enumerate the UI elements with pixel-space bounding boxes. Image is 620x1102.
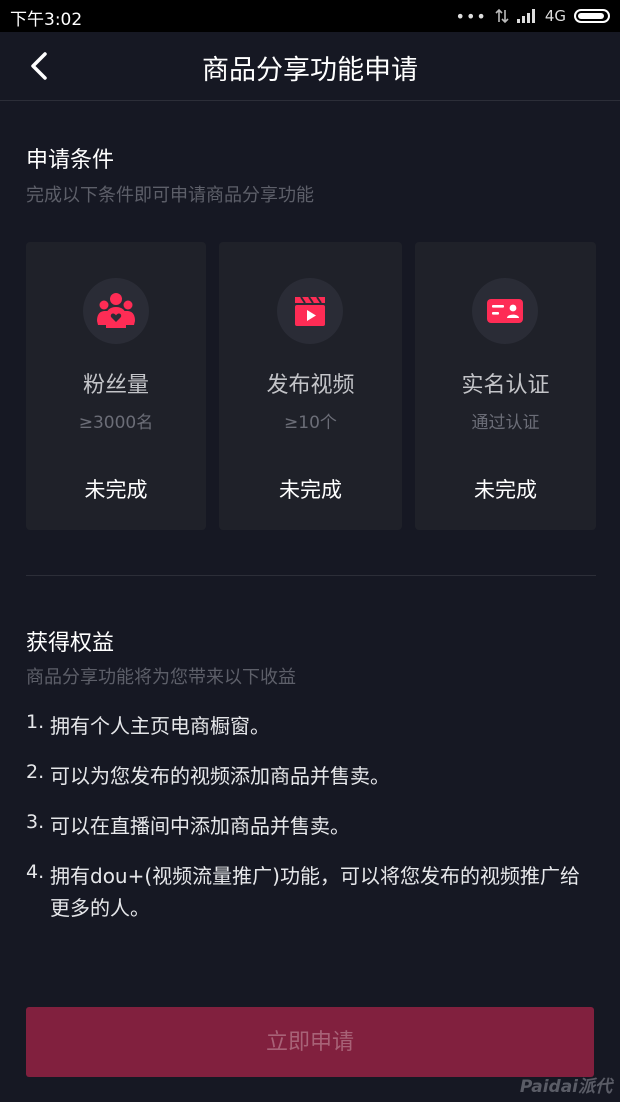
card-status: 未完成 bbox=[279, 478, 342, 502]
condition-card-fans: 粉丝量 ≥3000名 未完成 bbox=[26, 242, 206, 530]
status-indicators: ••• 4G bbox=[456, 6, 610, 26]
benefit-text: 拥有个人主页电商橱窗。 bbox=[50, 714, 270, 738]
benefit-item: 2. 可以为您发布的视频添加商品并售卖。 bbox=[26, 760, 596, 792]
benefit-item: 4. 拥有dou+(视频流量推广)功能，可以将您发布的视频推广给更多的人。 bbox=[26, 860, 596, 924]
signal-icon bbox=[516, 9, 535, 23]
condition-cards: 粉丝量 ≥3000名 未完成 发布视频 ≥10个 未完成 实名认证 通过认证 未… bbox=[26, 242, 596, 530]
benefit-number: 2. bbox=[26, 761, 45, 783]
apply-button[interactable]: 立即申请 bbox=[26, 1007, 594, 1077]
video-icon bbox=[277, 278, 343, 344]
status-bar: 下午3:02 ••• 4G bbox=[0, 0, 620, 32]
section-divider bbox=[26, 575, 596, 576]
benefit-number: 1. bbox=[26, 711, 45, 733]
card-status: 未完成 bbox=[84, 478, 148, 502]
network-type: 4G bbox=[544, 7, 566, 25]
data-transfer-icon bbox=[495, 8, 509, 24]
benefit-number: 3. bbox=[26, 811, 45, 833]
benefits-title: 获得权益 bbox=[26, 631, 115, 656]
benefit-item: 1. 拥有个人主页电商橱窗。 bbox=[26, 710, 596, 742]
status-time: 下午3:02 bbox=[10, 10, 83, 30]
benefits-subtitle: 商品分享功能将为您带来以下收益 bbox=[26, 667, 296, 688]
page-title: 商品分享功能申请 bbox=[202, 55, 418, 86]
conditions-subtitle: 完成以下条件即可申请商品分享功能 bbox=[26, 185, 314, 206]
card-requirement: ≥10个 bbox=[284, 413, 337, 433]
nav-bar: 商品分享功能申请 bbox=[0, 32, 620, 101]
benefit-text: 可以在直播间中添加商品并售卖。 bbox=[50, 814, 350, 838]
benefit-text: 拥有dou+(视频流量推广)功能，可以将您发布的视频推广给更多的人。 bbox=[50, 864, 580, 920]
id-card-icon bbox=[472, 278, 538, 344]
conditions-title: 申请条件 bbox=[26, 148, 115, 173]
fans-icon bbox=[83, 278, 149, 344]
benefit-item: 3. 可以在直播间中添加商品并售卖。 bbox=[26, 810, 596, 842]
watermark-logo: Paidai派代 bbox=[519, 1077, 612, 1097]
card-name: 实名认证 bbox=[461, 373, 550, 398]
battery-icon bbox=[574, 9, 610, 23]
card-status: 未完成 bbox=[474, 478, 537, 502]
benefits-list: 1. 拥有个人主页电商橱窗。 2. 可以为您发布的视频添加商品并售卖。 3. 可… bbox=[26, 710, 596, 942]
benefit-number: 4. bbox=[26, 861, 45, 883]
condition-card-realname: 实名认证 通过认证 未完成 bbox=[415, 242, 596, 530]
benefit-text: 可以为您发布的视频添加商品并售卖。 bbox=[50, 764, 390, 788]
card-name: 发布视频 bbox=[266, 373, 355, 398]
card-requirement: 通过认证 bbox=[471, 413, 540, 433]
card-requirement: ≥3000名 bbox=[78, 413, 154, 433]
more-dots-icon: ••• bbox=[455, 6, 487, 26]
card-name: 粉丝量 bbox=[82, 373, 149, 398]
condition-card-video: 发布视频 ≥10个 未完成 bbox=[219, 242, 402, 530]
